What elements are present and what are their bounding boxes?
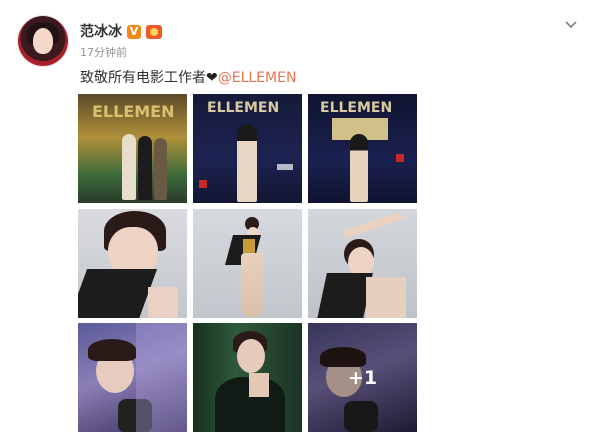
photo-thumbnail[interactable] <box>308 209 417 318</box>
image-grid: ELLEMEN ELLEMEN ELLEMEN +1 <box>78 94 418 434</box>
post-text: 致敬所有电影工作者❤@ELLEMEN <box>80 68 296 88</box>
post-timestamp[interactable]: 17分钟前 <box>80 45 127 61</box>
username[interactable]: 范冰冰 <box>80 22 122 42</box>
heart-emoji: ❤ <box>206 70 218 86</box>
more-photos-count[interactable]: +1 <box>308 323 417 432</box>
verified-badge[interactable]: V <box>127 25 141 39</box>
photo-thumbnail[interactable] <box>193 209 302 318</box>
name-row: 范冰冰 V <box>80 22 162 42</box>
photo-thumbnail[interactable] <box>193 323 302 432</box>
post-body: 致敬所有电影工作者 <box>80 70 206 86</box>
mention-link[interactable]: @ELLEMEN <box>218 70 297 86</box>
photo-thumbnail[interactable] <box>78 209 187 318</box>
avatar[interactable] <box>18 16 68 66</box>
photo-thumbnail[interactable]: ELLEMEN <box>308 94 417 203</box>
photo-thumbnail[interactable]: ELLEMEN <box>78 94 187 203</box>
member-crown-icon[interactable] <box>146 25 162 39</box>
photo-thumbnail[interactable]: ELLEMEN <box>193 94 302 203</box>
photo-thumbnail-more[interactable]: +1 <box>308 323 417 432</box>
photo-thumbnail[interactable] <box>78 323 187 432</box>
weibo-post: 范冰冰 V 17分钟前 致敬所有电影工作者❤@ELLEMEN ELLEMEN E… <box>0 0 597 441</box>
chevron-down-icon[interactable] <box>563 16 579 32</box>
